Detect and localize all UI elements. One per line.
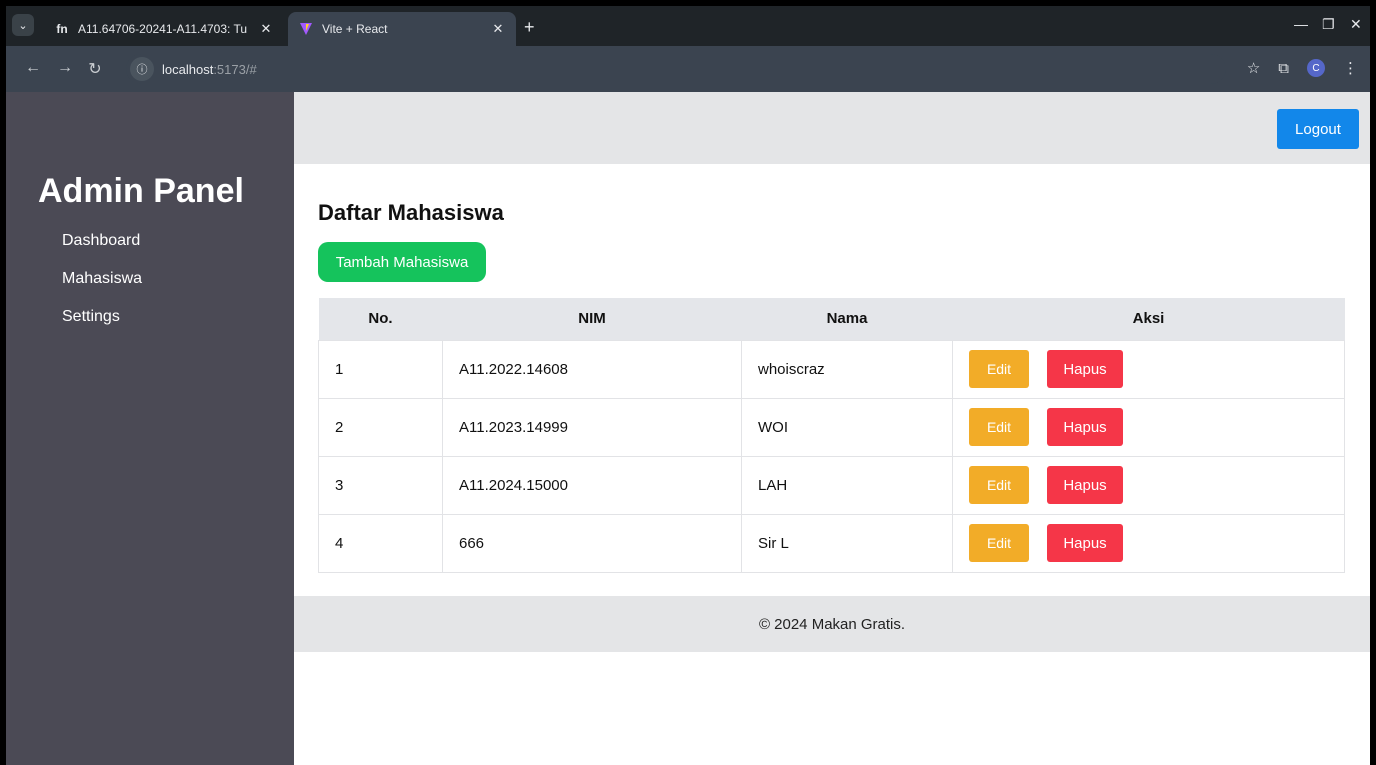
row-nim: A11.2024.15000 xyxy=(442,455,742,515)
back-icon[interactable]: ← xyxy=(20,59,46,77)
delete-button[interactable]: Hapus xyxy=(1047,408,1123,446)
site-info-icon[interactable]: ⓘ xyxy=(130,57,154,81)
edit-button[interactable]: Edit xyxy=(969,408,1029,446)
edit-button[interactable]: Edit xyxy=(969,524,1029,562)
table-row: 3 A11.2024.15000 LAH Edit Hapus xyxy=(318,455,1345,515)
table-row: 1 A11.2022.14608 whoiscraz Edit Hapus xyxy=(318,339,1345,399)
row-nim: 666 xyxy=(442,513,742,573)
extensions-icon[interactable]: ⧉ xyxy=(1278,60,1289,77)
browser-toolbar: ← → ↻ ⓘ localhost:5173/# ☆ ⧉ C ⋮ xyxy=(6,46,1370,92)
row-no: 4 xyxy=(318,513,443,573)
address-bar[interactable]: ⓘ localhost:5173/# xyxy=(126,54,1226,84)
tab-bar: ⌄ fn A11.64706-20241-A11.4703: Tu ✕ Vite… xyxy=(6,6,1370,46)
row-nama: LAH xyxy=(741,455,953,515)
row-nama: WOI xyxy=(741,397,953,457)
sidebar-item-settings[interactable]: Settings xyxy=(62,308,120,326)
column-header: No. xyxy=(318,298,443,340)
app-root: Admin Panel Dashboard Mahasiswa Settings… xyxy=(6,92,1370,765)
sidebar-title: Admin Panel xyxy=(38,172,244,210)
page-title: Daftar Mahasiswa xyxy=(318,200,504,225)
column-header: Nama xyxy=(741,298,953,340)
sidebar-item-mahasiswa[interactable]: Mahasiswa xyxy=(62,270,142,288)
fn-favicon-icon: fn xyxy=(56,22,68,36)
tab-close-icon[interactable]: ✕ xyxy=(258,21,274,37)
column-header: NIM xyxy=(442,298,742,340)
top-header: Logout xyxy=(294,92,1370,164)
minimize-icon[interactable]: — xyxy=(1294,16,1308,32)
tab-active[interactable]: Vite + React ✕ xyxy=(288,12,516,46)
url-text[interactable]: localhost:5173/# xyxy=(162,62,257,77)
row-no: 3 xyxy=(318,455,443,515)
table-row: 2 A11.2023.14999 WOI Edit Hapus xyxy=(318,397,1345,457)
edit-button[interactable]: Edit xyxy=(969,466,1029,504)
delete-button[interactable]: Hapus xyxy=(1047,524,1123,562)
sidebar: Admin Panel Dashboard Mahasiswa Settings xyxy=(6,92,294,765)
tab-inactive[interactable]: fn A11.64706-20241-A11.4703: Tu ✕ xyxy=(44,12,284,46)
footer: © 2024 Makan Gratis. xyxy=(294,596,1370,652)
tab-close-icon[interactable]: ✕ xyxy=(490,21,506,37)
reload-icon[interactable]: ↻ xyxy=(82,59,108,79)
delete-button[interactable]: Hapus xyxy=(1047,350,1123,388)
row-nama: Sir L xyxy=(741,513,953,573)
edit-button[interactable]: Edit xyxy=(969,350,1029,388)
tab-title: A11.64706-20241-A11.4703: Tu xyxy=(78,22,248,36)
add-student-button[interactable]: Tambah Mahasiswa xyxy=(318,242,486,282)
vite-logo-icon xyxy=(298,21,314,37)
bookmark-star-icon[interactable]: ☆ xyxy=(1247,59,1260,77)
row-nim: A11.2023.14999 xyxy=(442,397,742,457)
row-nim: A11.2022.14608 xyxy=(442,339,742,399)
delete-button[interactable]: Hapus xyxy=(1047,466,1123,504)
window-close-icon[interactable]: ✕ xyxy=(1350,16,1362,33)
tab-search-icon[interactable]: ⌄ xyxy=(12,14,34,36)
row-nama: whoiscraz xyxy=(741,339,953,399)
forward-icon[interactable]: → xyxy=(52,59,78,77)
row-no: 2 xyxy=(318,397,443,457)
profile-avatar[interactable]: C xyxy=(1307,59,1325,77)
sidebar-item-dashboard[interactable]: Dashboard xyxy=(62,232,140,250)
logout-button[interactable]: Logout xyxy=(1277,109,1359,149)
table-row: 4 666 Sir L Edit Hapus xyxy=(318,513,1345,573)
browser-window: ⌄ fn A11.64706-20241-A11.4703: Tu ✕ Vite… xyxy=(6,6,1370,765)
browser-menu-icon[interactable]: ⋮ xyxy=(1343,59,1358,77)
row-no: 1 xyxy=(318,339,443,399)
restore-icon[interactable]: ❐ xyxy=(1322,16,1335,33)
new-tab-icon[interactable]: + xyxy=(524,18,535,36)
students-table: No. NIM Nama Aksi 1 A11.2022.14608 whois… xyxy=(318,298,1345,573)
tab-title: Vite + React xyxy=(322,22,388,36)
column-header: Aksi xyxy=(952,298,1345,340)
